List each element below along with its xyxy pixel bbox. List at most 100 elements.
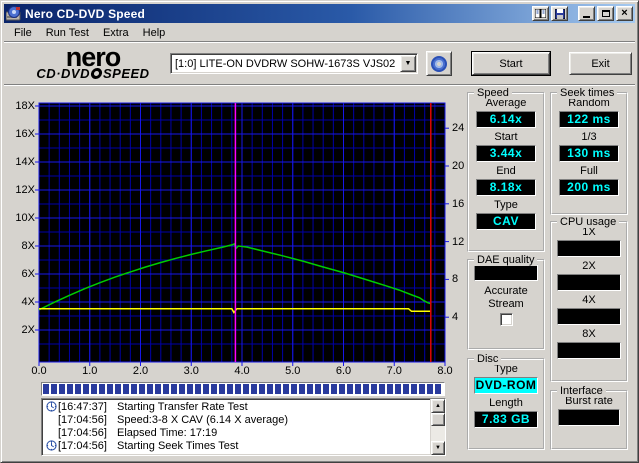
minimize-button[interactable] xyxy=(578,6,595,21)
disc-group: Disc Type DVD-ROM Length 7.83 GB xyxy=(467,353,545,450)
cpu-2x-label: 2X xyxy=(582,260,596,272)
log-message: Starting Transfer Rate Test xyxy=(117,400,248,413)
end-speed-label: End xyxy=(496,165,516,177)
dae-quality-group: DAE quality Accurate Stream xyxy=(467,254,545,350)
y-left-tick-label: 16X xyxy=(15,128,35,140)
y-left-tick-label: 14X xyxy=(15,156,35,168)
log-message: Speed:3-8 X CAV (6.14 X average) xyxy=(117,413,289,426)
nero-cd-dvd-speed-window: Nero CD-DVD Speed × File Run Test Extra … xyxy=(0,0,639,463)
cd-icon xyxy=(431,55,447,72)
cpu-2x-display xyxy=(557,274,621,291)
log-scrollbar[interactable]: ▲ ▼ xyxy=(430,399,445,455)
x-tick-label: 5.0 xyxy=(285,365,301,377)
titlebar[interactable]: Nero CD-DVD Speed × xyxy=(4,4,635,23)
app-icon xyxy=(6,6,21,21)
drive-select[interactable]: [1:0] LITE-ON DVDRW SOHW-1673S VJS02 ▼ xyxy=(170,53,418,74)
log-timestamp: [17:04:56] xyxy=(58,413,107,426)
speed-group: Speed Average 6.14x Start 3.44x End 8.18… xyxy=(467,87,545,252)
end-speed-display: 8.18x xyxy=(476,179,536,196)
drive-select-arrow-button[interactable]: ▼ xyxy=(400,55,416,72)
interface-group-title: Interface xyxy=(557,385,606,397)
burst-rate-display xyxy=(558,409,620,426)
menu-extra[interactable]: Extra xyxy=(96,25,136,41)
y-left-tick-label: 6X xyxy=(21,268,35,280)
cpu-usage-group-title: CPU usage xyxy=(557,216,620,228)
minimize-icon xyxy=(583,16,590,18)
random-seek-display: 122 ms xyxy=(559,111,619,128)
accurate-stream-label-line2: Stream xyxy=(488,298,524,310)
y-right-tick-label: 4 xyxy=(452,311,459,324)
arrow-up-icon: ▲ xyxy=(435,403,441,409)
report-button[interactable] xyxy=(532,6,549,21)
cpu-8x-display xyxy=(557,342,621,359)
y-right-tick-label: 24 xyxy=(452,122,465,135)
chevron-down-icon: ▼ xyxy=(404,60,412,67)
disc-type-display: DVD-ROM xyxy=(474,377,538,394)
dae-quality-display xyxy=(474,264,538,281)
arrow-down-icon: ▼ xyxy=(435,445,441,451)
y-left-tick-label: 4X xyxy=(21,296,35,308)
cd-dvd-speed-wordmark: CD·DVD SPEED xyxy=(18,67,168,80)
maximize-button[interactable] xyxy=(597,6,614,21)
seek-times-group: Seek times Random 122 ms 1/3 130 ms Full… xyxy=(550,87,628,215)
cpu-8x-label: 8X xyxy=(582,328,596,340)
x-tick-label: 4.0 xyxy=(234,365,250,377)
speed-type-display: CAV xyxy=(476,213,536,230)
log-timestamp: [17:04:56] xyxy=(58,426,107,439)
one-third-seek-display: 130 ms xyxy=(559,145,619,162)
menu-help[interactable]: Help xyxy=(136,25,173,41)
speed-group-title: Speed xyxy=(474,87,512,99)
disc-length-display: 7.83 GB xyxy=(474,411,538,428)
drive-select-value: [1:0] LITE-ON DVDRW SOHW-1673S VJS02 xyxy=(175,57,396,70)
maximize-icon xyxy=(601,10,610,17)
log-timestamp: [17:04:56] xyxy=(58,439,107,452)
nero-logo: nero CD·DVD SPEED xyxy=(18,44,168,81)
menu-run-test[interactable]: Run Test xyxy=(39,25,96,41)
scroll-down-button[interactable]: ▼ xyxy=(431,441,445,455)
start-speed-display: 3.44x xyxy=(476,145,536,162)
log-message: Starting Seek Times Test xyxy=(117,439,239,452)
transfer-rate-chart xyxy=(35,102,449,366)
eject-disc-button[interactable] xyxy=(426,51,452,76)
cpu-usage-group: CPU usage 1X 2X 4X 8X xyxy=(550,216,628,382)
clock-icon xyxy=(44,401,58,412)
logo-cd-dvd-text: CD·DVD xyxy=(36,66,90,81)
close-icon: × xyxy=(621,7,628,19)
accurate-stream-checkbox[interactable] xyxy=(499,313,513,326)
x-tick-label: 6.0 xyxy=(335,365,352,377)
exit-button[interactable]: Exit xyxy=(569,52,632,75)
scrollbar-thumb[interactable] xyxy=(431,413,445,426)
log-line: [17:04:56] Speed:3-8 X CAV (6.14 X averag… xyxy=(44,413,430,426)
log-timestamp: [16:47:37] xyxy=(58,400,107,413)
full-seek-label: Full xyxy=(580,165,598,177)
y-right-tick-label: 20 xyxy=(452,160,465,172)
log-line: [17:04:56] Starting Seek Times Test xyxy=(44,439,430,452)
x-tick-label: 3.0 xyxy=(183,365,199,377)
save-button[interactable] xyxy=(551,6,568,21)
log-line: [17:04:56] Elapsed Time: 17:19 xyxy=(44,426,430,439)
close-button[interactable]: × xyxy=(616,6,633,21)
menu-file[interactable]: File xyxy=(7,25,39,41)
cpu-4x-label: 4X xyxy=(582,294,596,306)
book-icon xyxy=(535,9,546,18)
y-right-tick-label: 16 xyxy=(452,197,465,210)
average-speed-display: 6.14x xyxy=(476,111,536,128)
progress-fill xyxy=(43,384,443,394)
test-progress-bar xyxy=(41,382,445,396)
x-tick-label: 2.0 xyxy=(132,365,149,377)
window-title: Nero CD-DVD Speed xyxy=(25,6,146,21)
header: nero CD·DVD SPEED [1:0] LITE-ON DVDRW SO… xyxy=(4,43,635,86)
logo-speed-text: SPEED xyxy=(102,66,150,81)
log-lines: [16:47:37] Starting Transfer Rate Test [17… xyxy=(42,399,430,455)
y-right-tick-label: 12 xyxy=(452,235,465,248)
logo-disc-icon xyxy=(90,68,103,79)
y-left-tick-label: 10X xyxy=(15,212,35,224)
scrollbar-track[interactable] xyxy=(431,426,445,441)
x-tick-label: 1.0 xyxy=(82,365,98,377)
x-tick-label: 0.0 xyxy=(31,365,47,377)
scroll-up-button[interactable]: ▲ xyxy=(431,399,445,413)
one-third-seek-label: 1/3 xyxy=(581,131,597,143)
x-tick-label: 8.0 xyxy=(437,365,453,377)
cpu-1x-display xyxy=(557,240,621,257)
start-button[interactable]: Start xyxy=(471,51,551,76)
